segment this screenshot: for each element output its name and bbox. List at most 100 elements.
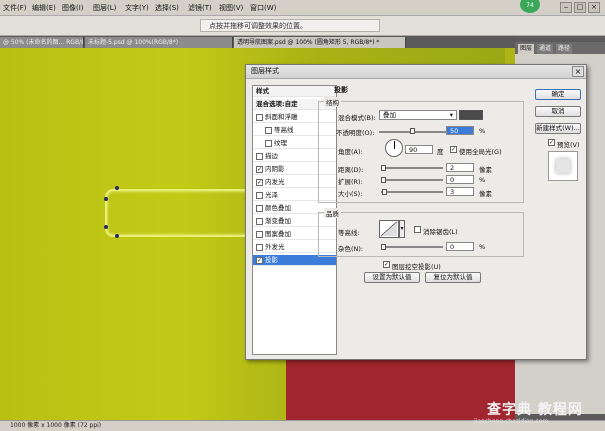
distance-slider-track[interactable] [381, 167, 443, 169]
blend-mode-select[interactable]: 叠加 ▾ [379, 110, 457, 120]
contour-label: 等高线: [338, 229, 360, 237]
style-list-label: 描边 [265, 152, 278, 160]
anchor-point[interactable] [104, 225, 108, 229]
size-input[interactable]: 3 [446, 187, 474, 196]
ok-button[interactable]: 确定 [535, 89, 581, 100]
chevron-down-icon: ▾ [449, 111, 453, 119]
style-checkbox[interactable] [256, 231, 263, 238]
structure-legend: 结构 [324, 97, 341, 107]
watermark-logo: 查字典 教程网 [487, 402, 583, 418]
style-list-label: 纹理 [274, 139, 287, 147]
menu-edit[interactable]: 编辑(E) [32, 3, 56, 13]
tab-channels[interactable]: 通道 [537, 44, 554, 54]
contour-curve-icon [380, 221, 398, 237]
shadow-color-swatch[interactable] [459, 110, 483, 120]
style-checkbox[interactable]: ✓ [256, 166, 263, 173]
angle-unit: 度 [437, 148, 444, 156]
antialias-label: 消除锯齿(L) [423, 228, 458, 236]
style-list-label: 斜面和浮雕 [265, 113, 298, 121]
preview-checkbox[interactable]: ✓ [548, 139, 555, 146]
style-checkbox[interactable]: ✓ [256, 257, 263, 264]
close-window-button[interactable]: × [588, 2, 600, 13]
noise-input[interactable]: 0 [446, 242, 474, 251]
anchor-point[interactable] [104, 197, 108, 201]
opacity-input[interactable]: 50 [446, 126, 474, 135]
style-list-item[interactable]: 样式 [253, 86, 336, 97]
panel-tabs: 图层 通道 路径 [515, 42, 605, 54]
tab-document-1[interactable]: @ 50% (未命名的图... RGB/8*) [0, 37, 84, 48]
make-default-button[interactable]: 设置为默认值 [364, 272, 420, 283]
style-checkbox[interactable] [265, 140, 272, 147]
style-checkbox[interactable] [265, 127, 272, 134]
cancel-button[interactable]: 取消 [535, 106, 581, 117]
anchor-point[interactable] [115, 234, 119, 238]
style-checkbox[interactable]: ✓ [256, 179, 263, 186]
new-style-button[interactable]: 新建样式(W)... [535, 123, 581, 134]
global-light-checkbox[interactable]: ✓ [450, 146, 457, 153]
menu-view[interactable]: 视图(V) [219, 3, 243, 13]
tab-document-2[interactable]: 未标题-5.psd @ 100%(RGB/8*) [85, 37, 233, 48]
close-icon[interactable]: × [572, 66, 584, 77]
angle-input[interactable]: 90 [405, 145, 433, 154]
anchor-point[interactable] [115, 186, 119, 190]
opacity-unit: % [479, 127, 486, 135]
opacity-slider-thumb[interactable] [410, 128, 415, 134]
style-checkbox[interactable] [256, 114, 263, 121]
size-label: 大小(S): [338, 190, 363, 198]
style-checkbox[interactable] [256, 192, 263, 199]
style-list-label: 样式 [256, 87, 269, 95]
tool-tip-text: 点按并拖移可调整效果的位置。 [200, 19, 380, 32]
style-preview [548, 151, 578, 181]
chevron-down-icon[interactable]: ▾ [399, 220, 405, 238]
size-slider-thumb[interactable] [382, 189, 387, 195]
style-checkbox[interactable] [256, 205, 263, 212]
menu-select[interactable]: 选择(S) [155, 3, 179, 13]
dialog-title: 图层样式 [246, 65, 586, 79]
knockout-checkbox[interactable]: ✓ [383, 261, 390, 268]
antialias-checkbox[interactable] [414, 226, 421, 233]
style-list-label: 光泽 [265, 191, 278, 199]
style-list-label: 混合选项:自定 [256, 100, 298, 108]
angle-dial[interactable] [385, 139, 403, 157]
noise-slider-track[interactable] [381, 246, 443, 248]
spread-input[interactable]: 0 [446, 175, 474, 184]
style-checkbox[interactable] [256, 218, 263, 225]
maximize-button[interactable]: □ [574, 2, 586, 13]
style-checkbox[interactable] [256, 153, 263, 160]
contour-picker[interactable] [379, 220, 399, 238]
tab-document-3[interactable]: 透明导航图案.psd @ 100% (圆角矩形 5, RGB/8*) * [234, 37, 406, 48]
preview-label: 预览(V) [557, 141, 580, 149]
menu-type[interactable]: 文字(Y) [125, 3, 149, 13]
style-list-label: 内阴影 [265, 165, 285, 173]
reset-default-button[interactable]: 复位为默认值 [425, 272, 481, 283]
rounded-rect-shape[interactable] [105, 189, 265, 237]
style-list-label: 图案叠加 [265, 230, 291, 238]
document-size-text: 1000 像素 x 1000 像素 (72 ppi) [10, 422, 102, 429]
spread-unit: % [479, 176, 486, 184]
style-list-label: 投影 [265, 256, 278, 264]
opacity-label: 不透明度(O): [336, 129, 375, 137]
spread-slider-thumb[interactable] [381, 177, 386, 183]
style-list-label: 内发光 [265, 178, 285, 186]
tab-layers[interactable]: 图层 [518, 44, 535, 54]
style-list-label: 等高线 [274, 126, 294, 134]
style-checkbox[interactable] [256, 244, 263, 251]
quality-legend: 品质 [324, 208, 341, 218]
menu-filter[interactable]: 滤镜(T) [188, 3, 212, 13]
noise-slider-thumb[interactable] [381, 244, 386, 250]
size-slider-track[interactable] [381, 191, 443, 193]
minimize-button[interactable]: ‒ [560, 2, 572, 13]
style-list-label: 外发光 [265, 243, 285, 251]
spread-slider-track[interactable] [381, 179, 443, 181]
menu-layer[interactable]: 图层(L) [93, 3, 116, 13]
menu-image[interactable]: 图像(I) [62, 3, 84, 13]
distance-slider-thumb[interactable] [381, 165, 386, 171]
style-list-label: 颜色叠加 [265, 204, 291, 212]
angle-label: 角度(A): [338, 148, 363, 156]
menu-window[interactable]: 窗口(W) [250, 3, 276, 13]
distance-input[interactable]: 2 [446, 163, 474, 172]
tab-paths[interactable]: 路径 [556, 44, 573, 54]
menu-file[interactable]: 文件(F) [3, 3, 27, 13]
noise-unit: % [479, 243, 486, 251]
options-bar: 点按并拖移可调整效果的位置。 [0, 16, 605, 36]
